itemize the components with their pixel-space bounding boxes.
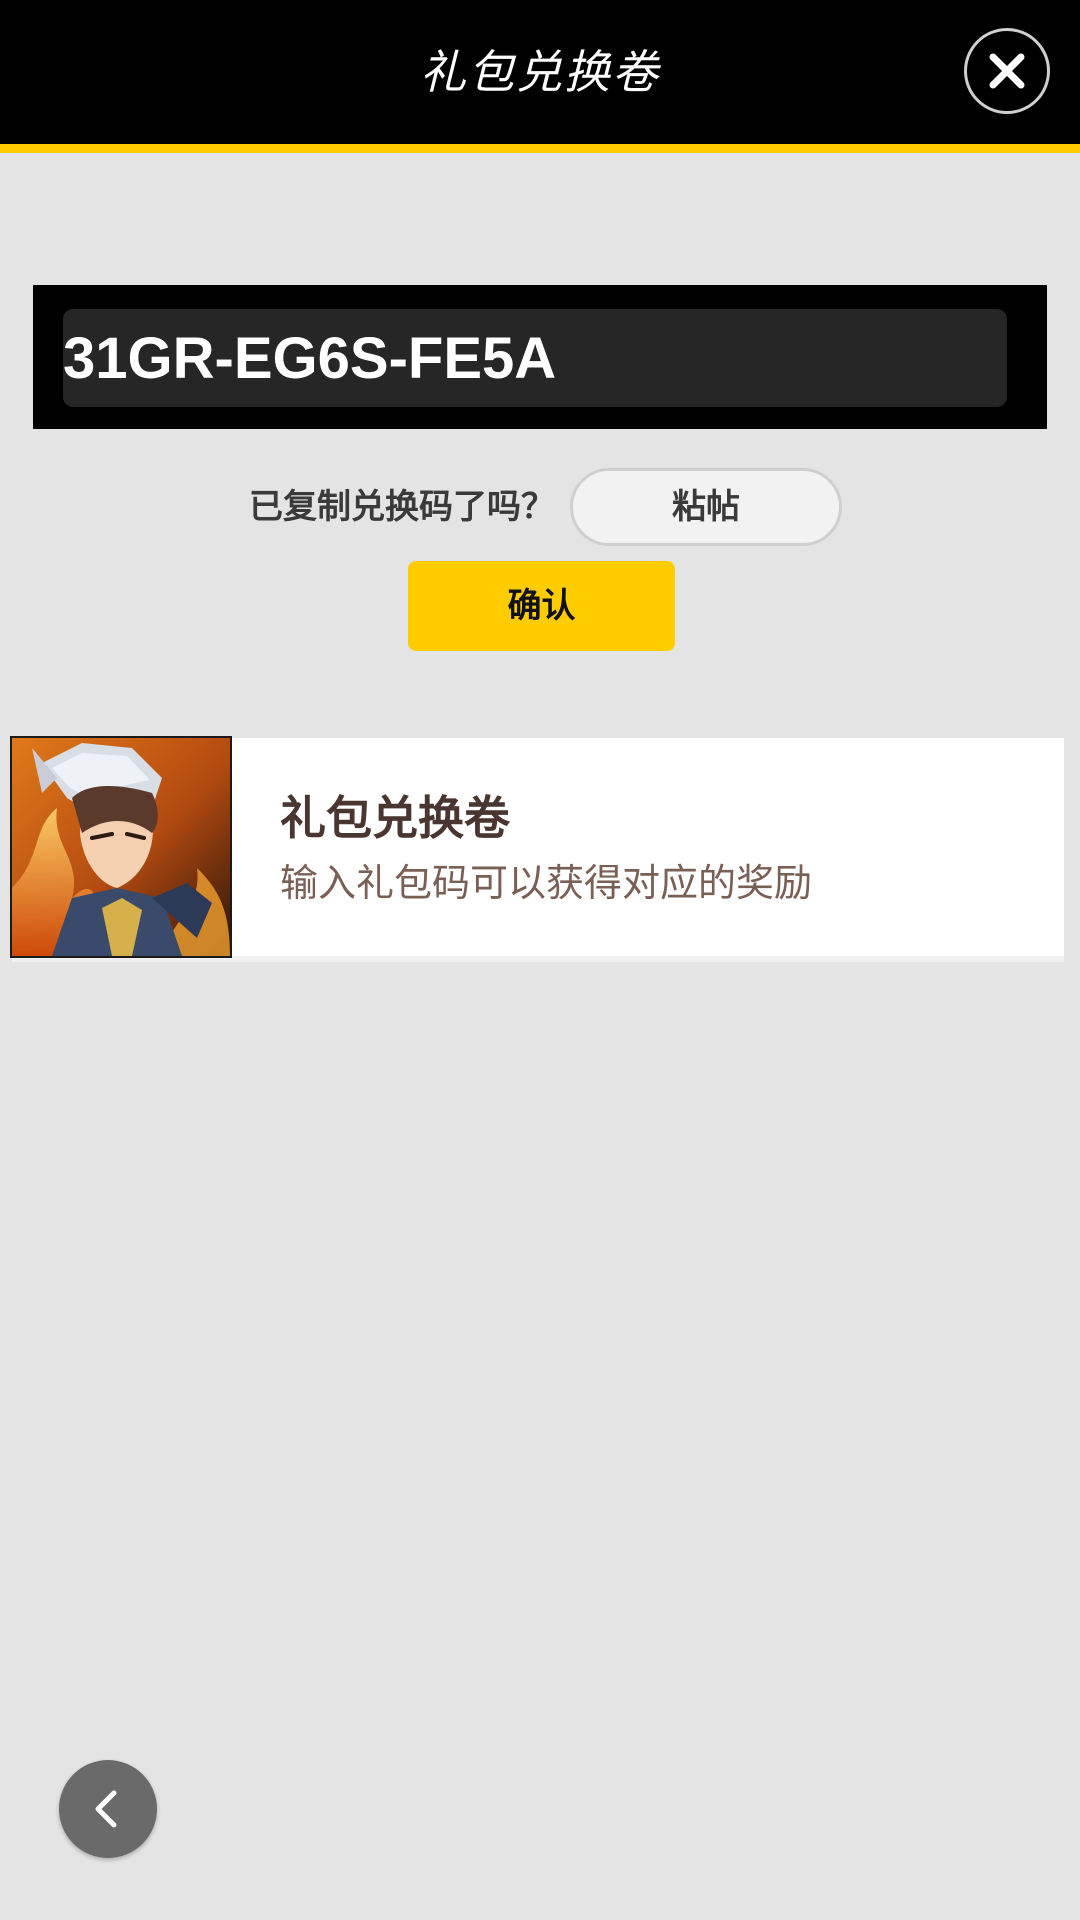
code-panel — [33, 285, 1047, 429]
gift-redeem-card: 礼包兑换卷 输入礼包码可以获得对应的奖励 — [10, 736, 1064, 962]
back-button[interactable] — [59, 1760, 157, 1858]
page-title: 礼包兑换卷 — [420, 45, 660, 99]
header-accent-line — [0, 144, 1080, 153]
paste-button[interactable]: 粘帖 — [570, 468, 842, 546]
hero-portrait-image — [10, 736, 232, 958]
redeem-code-input[interactable] — [63, 309, 1007, 407]
close-icon — [989, 53, 1025, 89]
close-button[interactable] — [964, 28, 1050, 114]
paste-row: 已复制兑换码了吗？ 粘帖 — [0, 468, 1080, 546]
card-title: 礼包兑换卷 — [280, 791, 510, 845]
confirm-button[interactable]: 确认 — [408, 561, 675, 651]
card-description: 输入礼包码可以获得对应的奖励 — [280, 861, 813, 905]
paste-question-label: 已复制兑换码了吗？ — [249, 487, 555, 527]
chevron-left-icon — [95, 1790, 117, 1828]
